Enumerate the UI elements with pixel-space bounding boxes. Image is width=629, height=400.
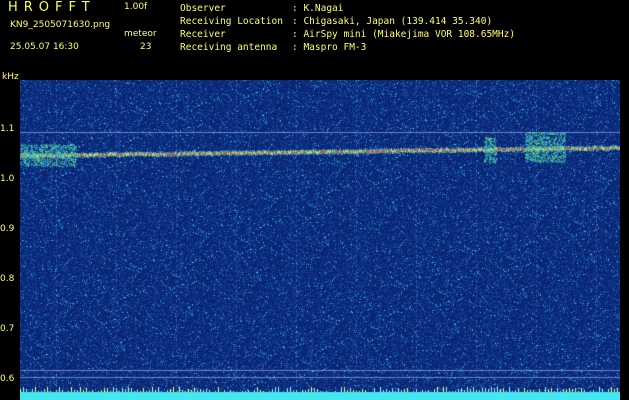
y-tick-1.0: 1.0 [0, 174, 15, 184]
observer-label: Observer [180, 3, 226, 14]
app-title: HROFFT [8, 0, 96, 15]
station-info: Observer : K.Nagai Receiving Location : Ch… [180, 2, 515, 54]
timestamp-label: 25.05.07 16:30 [10, 42, 79, 52]
unit-label: kHz [2, 72, 19, 82]
meteor-label: meteor [124, 29, 157, 39]
y-tick-0.8: 0.8 [0, 274, 15, 284]
waterfall-canvas [20, 80, 620, 400]
antenna-value: : Maspro FM-3 [292, 42, 367, 53]
receiver-label: Receiver [180, 29, 226, 40]
antenna-label: Receiving antenna [180, 42, 278, 53]
location-value: : Chigasaki, Japan (139.414 35.340) [292, 16, 493, 27]
header-panel: HROFFT 1.00f KN9_2505071630.png meteor 2… [0, 0, 629, 72]
location-label: Receiving Location [180, 16, 283, 27]
version-label: 1.00f [124, 2, 148, 12]
filename-label: KN9_2505071630.png [10, 20, 111, 30]
waterfall-spectrogram [20, 80, 620, 400]
meteor-count: 23 [140, 42, 152, 52]
y-tick-1.1: 1.1 [0, 124, 15, 134]
y-tick-0.7: 0.7 [0, 324, 15, 334]
receiver-value: : AirSpy mini (Miakejima VOR 108.65MHz) [292, 29, 516, 40]
y-tick-0.9: 0.9 [0, 224, 15, 234]
y-tick-0.6: 0.6 [0, 374, 15, 384]
observer-value: : K.Nagai [292, 3, 344, 14]
